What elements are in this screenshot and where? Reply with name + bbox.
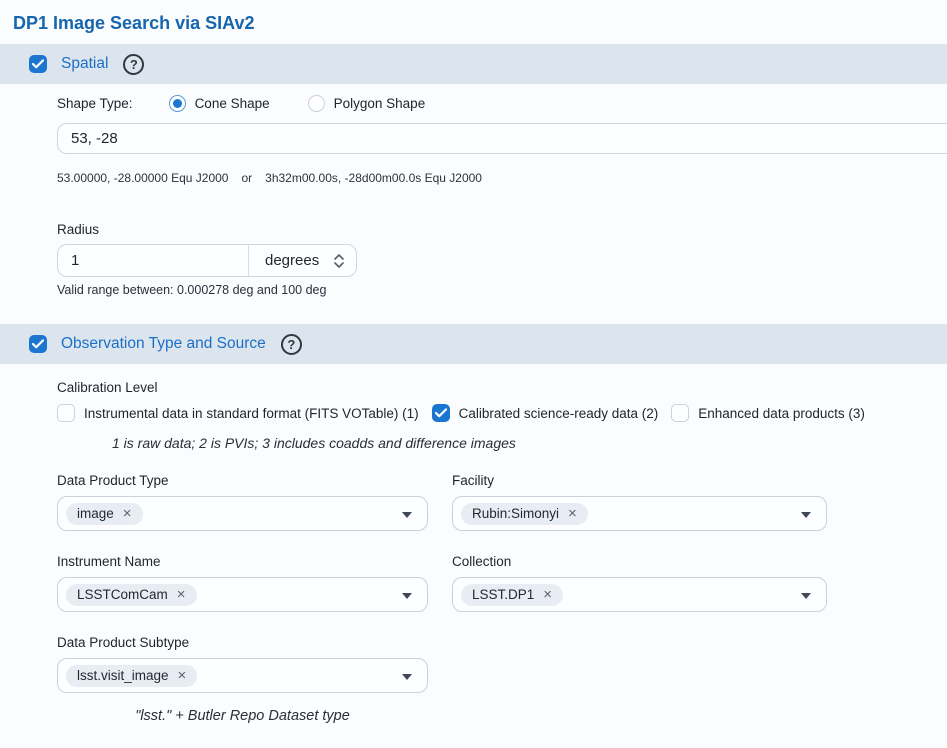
fields-grid: Data Product Type image × Facility Rubin… — [57, 472, 947, 693]
calibration-note: 1 is raw data; 2 is PVIs; 3 includes coa… — [112, 434, 947, 452]
checkbox-icon-level3[interactable] — [671, 404, 689, 422]
field-instrument-name: Instrument Name LSSTComCam × — [57, 553, 428, 612]
position-hint: 53.00000, -28.00000 Equ J2000 or 3h32m00… — [57, 171, 947, 186]
chip-close-icon[interactable]: × — [177, 588, 186, 601]
help-icon[interactable]: ? — [281, 334, 302, 355]
radio-icon-polygon[interactable] — [308, 95, 325, 112]
checkbox-icon-level1[interactable] — [57, 404, 75, 422]
chip-close-icon[interactable]: × — [123, 507, 132, 520]
chip-lsst-visit-image: lsst.visit_image × — [66, 665, 197, 687]
checkbox-option-instrumental-data[interactable]: Instrumental data in standard format (FI… — [57, 404, 419, 422]
spatial-section-body: Shape Type: Cone Shape Polygon Shape 53.… — [57, 93, 947, 298]
position-hint-sexagesimal: 3h32m00.00s, -28d00m00.0s Equ J2000 — [265, 171, 482, 186]
observation-section-checkbox[interactable] — [29, 335, 47, 353]
field-label: Collection — [452, 553, 827, 570]
observation-section-label: Observation Type and Source — [61, 335, 266, 353]
chip-label: lsst.visit_image — [77, 668, 169, 683]
shape-type-label: Shape Type: — [57, 96, 133, 111]
chevron-up-icon — [334, 254, 344, 260]
chip-label: Rubin:Simonyi — [472, 506, 559, 521]
field-label: Facility — [452, 472, 827, 489]
dropdown-arrow-icon[interactable] — [402, 593, 412, 599]
dropdown-arrow-icon[interactable] — [801, 512, 811, 518]
radius-label: Radius — [57, 221, 947, 238]
radius-unit-value: degrees — [265, 252, 319, 269]
radio-label-polygon: Polygon Shape — [334, 96, 426, 111]
field-facility: Facility Rubin:Simonyi × — [452, 472, 827, 531]
section-header-observation: Observation Type and Source ? — [0, 324, 947, 364]
shape-type-row: Shape Type: Cone Shape Polygon Shape — [57, 93, 947, 113]
check-icon — [32, 339, 44, 349]
chip-close-icon[interactable]: × — [568, 507, 577, 520]
field-collection: Collection LSST.DP1 × — [452, 553, 827, 612]
check-icon — [435, 408, 447, 418]
facility-combobox[interactable]: Rubin:Simonyi × — [452, 496, 827, 531]
position-hint-or: or — [241, 171, 252, 186]
instrument-name-combobox[interactable]: LSSTComCam × — [57, 577, 428, 612]
data-product-type-combobox[interactable]: image × — [57, 496, 428, 531]
chevron-down-icon — [334, 262, 344, 268]
sia-search-form: { "page": { "title": "DP1 Image Search v… — [0, 12, 947, 748]
checkbox-icon-level2[interactable] — [432, 404, 450, 422]
spatial-section-label: Spatial — [61, 55, 108, 73]
calibration-level-label: Calibration Level — [57, 379, 947, 396]
field-label: Data Product Type — [57, 472, 428, 489]
field-data-product-subtype: Data Product Subtype lsst.visit_image × — [57, 634, 428, 693]
dropdown-arrow-icon[interactable] — [402, 512, 412, 518]
chip-label: LSSTComCam — [77, 587, 168, 602]
chip-label: image — [77, 506, 114, 521]
checkbox-option-enhanced-data[interactable]: Enhanced data products (3) — [671, 404, 865, 422]
field-data-product-type: Data Product Type image × — [57, 472, 428, 531]
subtype-note: "lsst." + Butler Repo Dataset type — [57, 707, 428, 725]
radio-option-cone-shape[interactable]: Cone Shape — [169, 95, 270, 112]
section-header-spatial: Spatial ? — [0, 44, 947, 84]
field-label: Instrument Name — [57, 553, 428, 570]
collection-combobox[interactable]: LSST.DP1 × — [452, 577, 827, 612]
chip-lsstcomcam: LSSTComCam × — [66, 584, 197, 606]
radius-unit-select[interactable]: degrees — [248, 245, 356, 276]
radius-control: degrees — [57, 244, 357, 277]
radio-option-polygon-shape[interactable]: Polygon Shape — [308, 95, 426, 112]
dropdown-arrow-icon[interactable] — [801, 593, 811, 599]
checkbox-label-level1: Instrumental data in standard format (FI… — [84, 406, 419, 421]
chip-label: LSST.DP1 — [472, 587, 534, 602]
chip-close-icon[interactable]: × — [178, 669, 187, 682]
checkbox-label-level2: Calibrated science-ready data (2) — [459, 406, 659, 421]
radius-input[interactable] — [58, 245, 248, 276]
observation-section-body: Calibration Level Instrumental data in s… — [57, 379, 947, 725]
chip-lsst-dp1: LSST.DP1 × — [461, 584, 563, 606]
page-title: DP1 Image Search via SIAv2 — [13, 12, 947, 34]
grid-empty-cell — [452, 634, 827, 693]
check-icon — [32, 59, 44, 69]
radio-label-cone: Cone Shape — [195, 96, 270, 111]
radio-icon-cone[interactable] — [169, 95, 186, 112]
radius-valid-range-hint: Valid range between: 0.000278 deg and 10… — [57, 282, 947, 298]
checkbox-label-level3: Enhanced data products (3) — [698, 406, 865, 421]
dropdown-arrow-icon[interactable] — [402, 674, 412, 680]
calibration-options-row: Instrumental data in standard format (FI… — [57, 404, 947, 422]
help-icon[interactable]: ? — [123, 54, 144, 75]
position-hint-decimal: 53.00000, -28.00000 Equ J2000 — [57, 171, 228, 186]
field-label: Data Product Subtype — [57, 634, 428, 651]
data-product-subtype-combobox[interactable]: lsst.visit_image × — [57, 658, 428, 693]
spatial-section-checkbox[interactable] — [29, 55, 47, 73]
position-input[interactable] — [57, 123, 947, 154]
spinner-icon[interactable] — [334, 254, 344, 268]
checkbox-option-calibrated-data[interactable]: Calibrated science-ready data (2) — [432, 404, 659, 422]
chip-rubin-simonyi: Rubin:Simonyi × — [461, 503, 588, 525]
chip-image: image × — [66, 503, 143, 525]
chip-close-icon[interactable]: × — [543, 588, 552, 601]
